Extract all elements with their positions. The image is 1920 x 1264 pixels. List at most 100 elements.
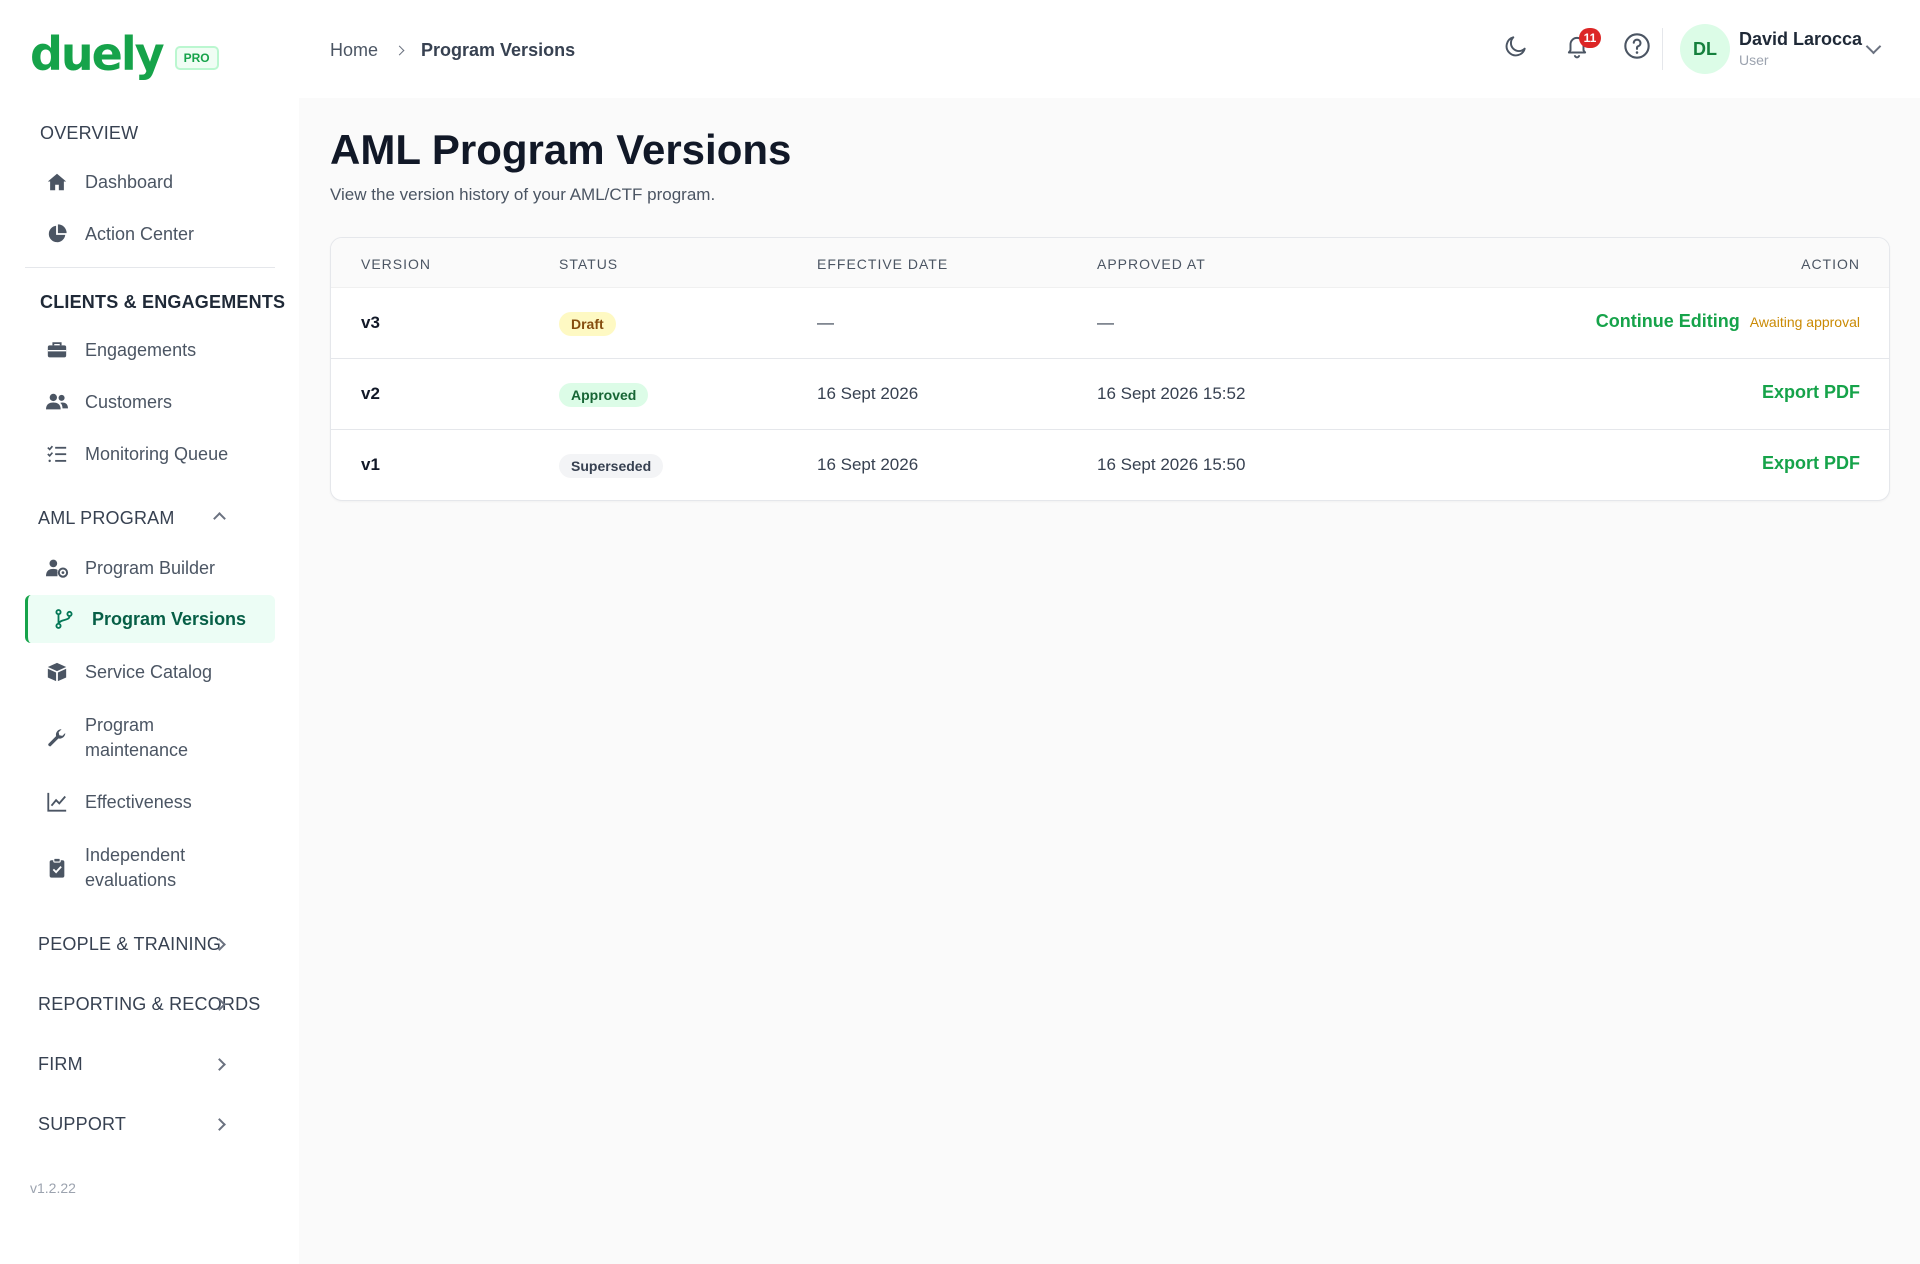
version-cell: v1 — [361, 455, 380, 474]
notifications-button[interactable]: 11 — [1563, 28, 1601, 60]
app-version: v1.2.22 — [30, 1180, 76, 1196]
page-title: AML Program Versions — [330, 126, 792, 173]
sidebar-item-action-center[interactable]: Action Center — [25, 218, 275, 250]
chevron-down-icon[interactable] — [1865, 38, 1882, 55]
effective-date-cell: 16 Sept 2026 — [817, 455, 919, 474]
export-pdf-link[interactable]: Export PDF — [1762, 453, 1860, 474]
section-people-training[interactable]: PEOPLE & TRAINING — [38, 934, 268, 955]
approved-at-cell: 16 Sept 2026 15:50 — [1097, 455, 1246, 474]
home-icon — [45, 170, 69, 194]
column-header-effective-date: EFFECTIVE DATE — [817, 256, 949, 272]
export-pdf-link[interactable]: Export PDF — [1762, 382, 1860, 403]
breadcrumb-home[interactable]: Home — [330, 40, 378, 61]
user-role: User — [1739, 52, 1769, 68]
status-badge: Approved — [559, 383, 649, 407]
breadcrumb-separator-icon — [394, 45, 405, 56]
effective-date-cell: — — [817, 313, 834, 332]
sidebar-item-service-catalog[interactable]: Service Catalog — [25, 656, 275, 688]
clipboard-check-icon — [45, 856, 69, 880]
section-title-label: PEOPLE & TRAINING — [38, 934, 222, 954]
section-support[interactable]: SUPPORT — [38, 1114, 268, 1135]
pie-chart-icon — [45, 222, 69, 246]
column-header-approved-at: APPROVED AT — [1097, 256, 1206, 272]
effective-date-cell: 16 Sept 2026 — [817, 384, 919, 403]
top-header: Home Program Versions 11 DL David Larocc… — [299, 0, 1920, 98]
versions-table: VERSION STATUS EFFECTIVE DATE APPROVED A… — [330, 237, 1890, 501]
awaiting-approval-label: Awaiting approval — [1749, 314, 1860, 330]
sidebar-item-customers[interactable]: Customers — [25, 386, 275, 418]
sidebar-item-dashboard[interactable]: Dashboard — [25, 166, 275, 198]
sidebar-item-label: Service Catalog — [85, 661, 213, 682]
sidebar-item-independent-evaluations[interactable]: Independent evaluations — [25, 840, 275, 896]
continue-editing-link[interactable]: Continue Editing — [1596, 311, 1740, 332]
section-title-aml: AML PROGRAM — [38, 508, 175, 528]
section-title-label: SUPPORT — [38, 1114, 127, 1134]
box-icon — [45, 660, 69, 684]
chevron-right-icon — [213, 1118, 226, 1131]
version-cell: v2 — [361, 384, 380, 403]
sidebar-item-program-versions[interactable]: Program Versions — [25, 595, 275, 643]
sidebar-item-monitoring-queue[interactable]: Monitoring Queue — [25, 438, 275, 470]
section-title-label: FIRM — [38, 1054, 83, 1074]
table-header: VERSION STATUS EFFECTIVE DATE APPROVED A… — [331, 238, 1889, 288]
approved-at-cell: 16 Sept 2026 15:52 — [1097, 384, 1246, 403]
breadcrumb-current: Program Versions — [421, 40, 576, 60]
notification-count-badge: 11 — [1579, 28, 1601, 48]
briefcase-icon — [45, 338, 69, 362]
breadcrumb: Home Program Versions — [330, 40, 575, 61]
chevron-up-icon — [213, 512, 226, 525]
status-badge: Draft — [559, 312, 616, 336]
status-badge: Superseded — [559, 454, 664, 478]
list-check-icon — [45, 442, 69, 466]
help-circle-icon — [1624, 33, 1650, 59]
action-cell: Export PDF — [1762, 382, 1860, 403]
moon-icon — [1505, 36, 1526, 57]
user-gear-icon — [45, 556, 69, 580]
sidebar-item-effectiveness[interactable]: Effectiveness — [25, 786, 275, 818]
sidebar-item-label: Monitoring Queue — [85, 443, 229, 464]
sidebar-item-program-maintenance[interactable]: Program maintenance — [25, 710, 275, 766]
action-cell: Export PDF — [1762, 453, 1860, 474]
sidebar: duely PRO OVERVIEW Dashboard Action Cent… — [0, 0, 299, 1264]
sidebar-divider — [25, 267, 275, 268]
chevron-right-icon — [213, 1058, 226, 1071]
page-subtitle: View the version history of your AML/CTF… — [330, 185, 716, 204]
action-cell: Continue Editing Awaiting approval — [1596, 311, 1860, 332]
sidebar-item-label: Engagements — [85, 339, 197, 360]
sidebar-item-label: Dashboard — [85, 171, 174, 192]
sidebar-item-label: Program Versions — [92, 608, 247, 629]
table-row: v3 Draft — — Continue Editing Awaiting a… — [331, 288, 1889, 359]
column-header-version: VERSION — [361, 256, 432, 272]
avatar[interactable]: DL — [1680, 24, 1730, 74]
plan-badge: PRO — [174, 46, 219, 70]
line-chart-icon — [45, 790, 69, 814]
sidebar-item-label: Program maintenance — [85, 715, 189, 760]
dark-mode-toggle[interactable] — [1502, 32, 1530, 60]
column-header-action: ACTION — [1801, 256, 1860, 272]
section-title-overview: OVERVIEW — [40, 123, 139, 143]
logo-wordmark: duely — [30, 27, 165, 81]
header-divider — [1662, 28, 1663, 70]
users-icon — [45, 390, 69, 414]
sidebar-item-label: Effectiveness — [85, 791, 192, 812]
sidebar-item-label: Action Center — [85, 223, 195, 244]
user-name[interactable]: David Larocca — [1739, 29, 1862, 50]
section-title-label: REPORTING & RECORDS — [38, 994, 261, 1014]
section-title-clients: CLIENTS & ENGAGEMENTS — [40, 292, 286, 312]
table-row: v2 Approved 16 Sept 2026 16 Sept 2026 15… — [331, 359, 1889, 430]
sidebar-item-label: Customers — [85, 391, 173, 412]
approved-at-cell: — — [1097, 313, 1114, 332]
sidebar-item-engagements[interactable]: Engagements — [25, 334, 275, 366]
help-button[interactable] — [1623, 32, 1651, 60]
sidebar-item-label: Program Builder — [85, 557, 216, 578]
section-aml-program[interactable]: AML PROGRAM — [38, 508, 268, 529]
section-reporting-records[interactable]: REPORTING & RECORDS — [38, 994, 268, 1015]
column-header-status: STATUS — [559, 256, 619, 272]
git-branch-icon — [52, 607, 76, 631]
wrench-icon — [45, 726, 69, 750]
section-firm[interactable]: FIRM — [38, 1054, 268, 1075]
sidebar-item-program-builder[interactable]: Program Builder — [25, 552, 275, 584]
sidebar-item-label: Independent evaluations — [85, 845, 186, 890]
logo[interactable]: duely PRO — [30, 28, 219, 80]
version-cell: v3 — [361, 313, 380, 332]
